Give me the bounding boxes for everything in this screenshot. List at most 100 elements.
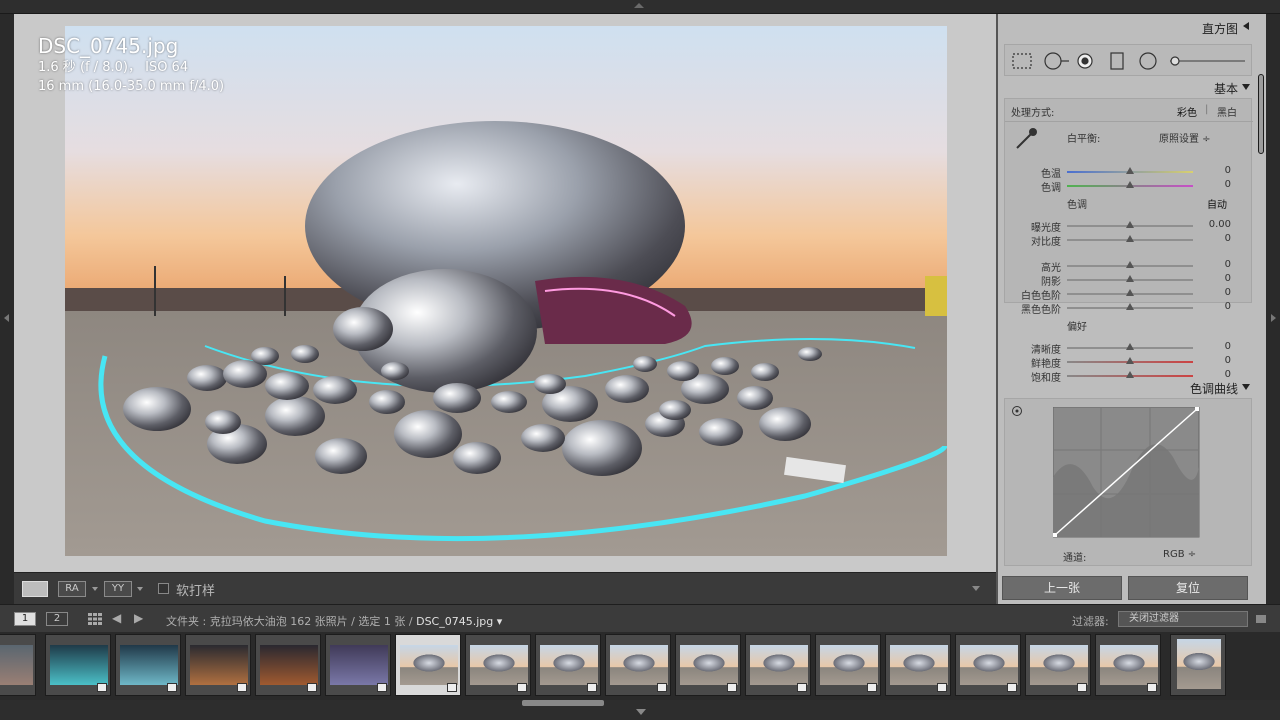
slider-knob[interactable] — [1126, 289, 1134, 296]
filmstrip-scroll-thumb[interactable] — [522, 700, 604, 706]
basic-header[interactable]: 基本 — [1004, 76, 1252, 98]
compare-view-button[interactable]: RA — [58, 581, 86, 597]
expand-left-icon — [4, 314, 9, 322]
edited-badge-icon — [727, 683, 737, 692]
filter-lock-icon[interactable] — [1256, 615, 1266, 623]
channel-select[interactable]: RGB ÷ — [1163, 549, 1196, 560]
filmstrip-thumbnail[interactable] — [815, 634, 881, 696]
panel-scrollbar[interactable] — [1256, 14, 1266, 604]
soft-proof-checkbox[interactable] — [158, 583, 169, 594]
slider-label: 阴影 — [1041, 277, 1061, 288]
filmstrip-thumbnail[interactable] — [955, 634, 1021, 696]
slider-knob[interactable] — [1126, 235, 1134, 242]
filmstrip-scrollbar[interactable] — [0, 700, 1280, 720]
filmstrip-thumbnail[interactable] — [745, 634, 811, 696]
crop-icon — [1012, 53, 1032, 69]
slider-value[interactable]: 0 — [1201, 233, 1231, 244]
main-photo — [65, 26, 947, 556]
eyedropper-icon[interactable] — [1013, 126, 1039, 152]
photo-viewer[interactable]: DSC_0745.jpg 1.6 秒 (f / 8.0)， ISO 64 16 … — [14, 14, 996, 572]
treatment-color-button[interactable]: 彩色 — [1177, 104, 1197, 119]
toolbar-menu-icon[interactable] — [972, 586, 980, 591]
chevron-down-icon — [1242, 84, 1250, 90]
primary-window-button[interactable]: 1 — [14, 612, 36, 626]
survey-view-button[interactable]: YY — [104, 581, 132, 597]
slider-value[interactable]: 0.00 — [1201, 219, 1231, 230]
tone-header: 色调 — [1067, 200, 1087, 211]
slider-knob[interactable] — [1126, 343, 1134, 350]
wb-select[interactable]: 原照设置 ÷ — [1159, 130, 1211, 145]
photo-info-overlay: DSC_0745.jpg 1.6 秒 (f / 8.0)， ISO 64 16 … — [38, 34, 224, 96]
histogram-title: 直方图 — [1201, 22, 1238, 36]
edited-badge-icon — [307, 683, 317, 692]
filmstrip-thumbnail[interactable] — [0, 634, 36, 696]
filmstrip-thumbnail[interactable] — [535, 634, 601, 696]
filmstrip-thumbnail[interactable] — [185, 634, 251, 696]
filmstrip-thumbnail[interactable] — [325, 634, 391, 696]
slider-knob[interactable] — [1126, 221, 1134, 228]
arrow-right-icon[interactable]: ▶ — [134, 611, 143, 625]
filter-select[interactable]: 关闭过滤器 — [1118, 611, 1248, 627]
thumbnail-image — [0, 645, 33, 685]
slider-knob[interactable] — [1126, 357, 1134, 364]
slider-value[interactable]: 0 — [1201, 341, 1231, 352]
tone-curve-header[interactable]: 色调曲线 — [1004, 376, 1252, 398]
secondary-window-button[interactable]: 2 — [46, 612, 68, 626]
edited-badge-icon — [447, 683, 457, 692]
divider — [1005, 121, 1253, 122]
filmstrip-thumbnail[interactable] — [675, 634, 741, 696]
current-file-select[interactable]: DSC_0745.jpg ▾ — [416, 615, 502, 628]
slider-label: 鲜艳度 — [1031, 359, 1061, 370]
slider-label: 黑色色阶 — [1021, 305, 1061, 316]
target-adjust-icon[interactable] — [1011, 405, 1023, 417]
edited-badge-icon — [587, 683, 597, 692]
filmstrip-thumbnail[interactable] — [255, 634, 321, 696]
filmstrip-thumbnail[interactable] — [605, 634, 671, 696]
thumbnail-image — [260, 645, 318, 685]
treatment-bw-button[interactable]: 黑白 — [1217, 104, 1237, 119]
grid-view-icon[interactable] — [88, 613, 102, 625]
scrollbar-thumb[interactable] — [1258, 74, 1264, 154]
previous-button[interactable]: 上一张 — [1002, 576, 1122, 600]
filmstrip-thumbnail[interactable] — [395, 634, 461, 696]
filmstrip-thumbnail[interactable] — [1170, 634, 1226, 696]
thumbnail-image — [890, 645, 948, 685]
histogram-header[interactable]: 直方图 — [1004, 16, 1252, 38]
wb-label: 白平衡: — [1067, 134, 1101, 145]
chevron-down-icon[interactable] — [92, 587, 98, 591]
slider-knob[interactable] — [1126, 181, 1134, 188]
left-panel-toggle[interactable] — [0, 14, 14, 604]
slider-value[interactable]: 0 — [1201, 301, 1231, 312]
presence-header: 偏好 — [1067, 322, 1087, 333]
thumbnail-image — [610, 645, 668, 685]
slider-value[interactable]: 0 — [1201, 259, 1231, 270]
filmstrip-thumbnail[interactable] — [115, 634, 181, 696]
slider-value[interactable]: 0 — [1201, 273, 1231, 284]
slider-knob[interactable] — [1126, 303, 1134, 310]
reset-button[interactable]: 复位 — [1128, 576, 1248, 600]
slider-knob[interactable] — [1126, 275, 1134, 282]
arrow-left-icon[interactable]: ◀ — [112, 611, 121, 625]
slider-knob[interactable] — [1126, 261, 1134, 268]
thumbnail-image — [540, 645, 598, 685]
slider-value[interactable]: 0 — [1201, 355, 1231, 366]
slider-knob[interactable] — [1126, 167, 1134, 174]
collapse-left-icon — [1243, 22, 1249, 30]
tone-curve-graph[interactable] — [1053, 407, 1201, 539]
filmstrip-thumbnail[interactable] — [1025, 634, 1091, 696]
slider-label: 高光 — [1041, 263, 1061, 274]
filmstrip-thumbnail[interactable] — [465, 634, 531, 696]
slider-value[interactable]: 0 — [1201, 179, 1231, 190]
edited-badge-icon — [1007, 683, 1017, 692]
right-panel-toggle[interactable] — [1266, 14, 1280, 604]
filmstrip-thumbnail[interactable] — [885, 634, 951, 696]
edited-badge-icon — [797, 683, 807, 692]
loupe-view-icon[interactable] — [22, 581, 48, 597]
filmstrip-thumbnail[interactable] — [45, 634, 111, 696]
filmstrip-thumbnail[interactable] — [1095, 634, 1161, 696]
top-panel-toggle[interactable] — [0, 0, 1280, 14]
slider-value[interactable]: 0 — [1201, 165, 1231, 176]
chevron-down-icon[interactable] — [137, 587, 143, 591]
tone-auto-button[interactable]: 自动 — [1207, 196, 1227, 211]
slider-value[interactable]: 0 — [1201, 287, 1231, 298]
